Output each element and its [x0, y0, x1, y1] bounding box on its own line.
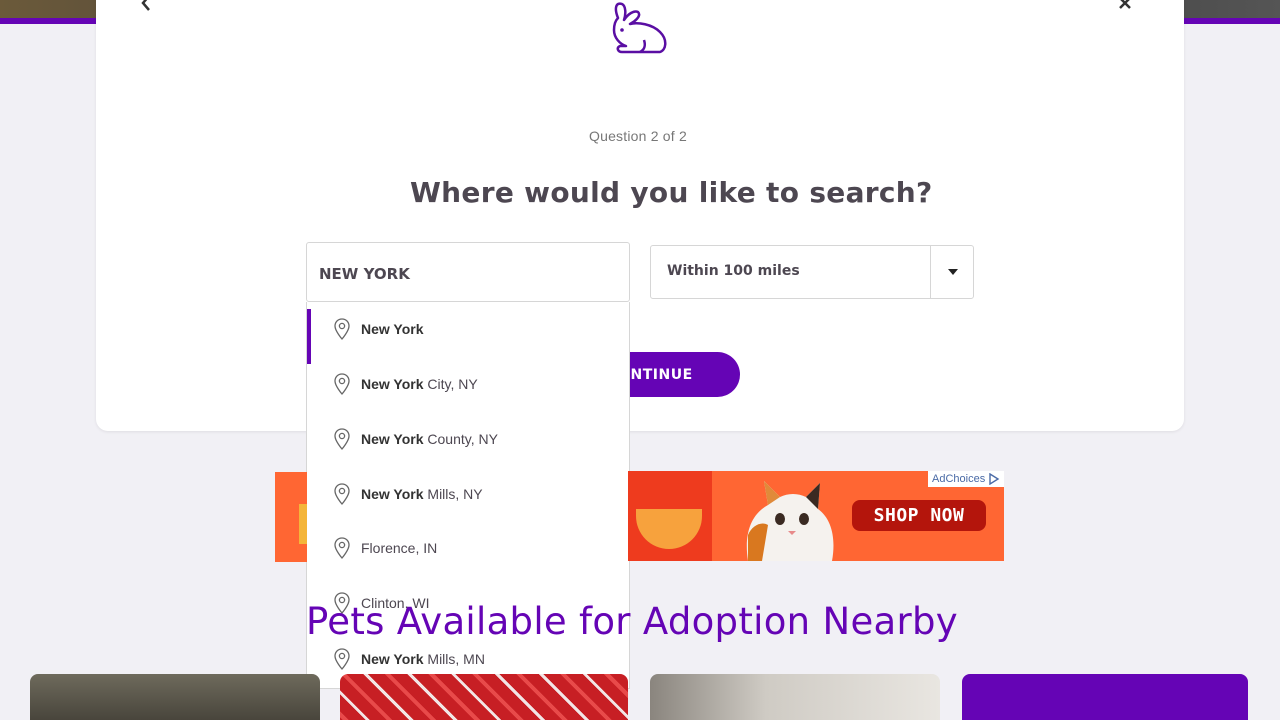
suggestion-label: New York	[361, 321, 424, 337]
suggestion-label: New York City, NY	[361, 376, 478, 392]
map-pin-icon	[334, 537, 350, 559]
ad-left-fragment[interactable]	[275, 472, 307, 562]
map-pin-icon	[334, 373, 350, 395]
caret-down-icon	[947, 269, 958, 275]
suggestion-item[interactable]: New York County, NY	[307, 419, 629, 459]
map-pin-icon	[334, 428, 350, 450]
suggestion-item[interactable]: Florence, IN	[307, 528, 629, 568]
map-pin-icon	[334, 483, 350, 505]
pet-card[interactable]	[962, 674, 1248, 720]
map-pin-icon	[334, 318, 350, 340]
chevron-left-icon	[141, 0, 150, 11]
close-button[interactable]	[1118, 0, 1140, 14]
suggestion-label: New York Mills, NY	[361, 486, 483, 502]
adchoices-link[interactable]: AdChoices	[928, 471, 1004, 487]
location-input[interactable]	[319, 265, 609, 283]
question-counter: Question 2 of 2	[589, 128, 687, 144]
distance-select[interactable]: Within 100 miles	[650, 245, 974, 299]
pet-card[interactable]	[650, 674, 940, 720]
map-pin-icon	[334, 648, 350, 670]
ad-product-image	[299, 504, 307, 544]
suggestion-label: Florence, IN	[361, 540, 438, 556]
ad-bowl-image	[628, 471, 712, 561]
suggestion-item[interactable]: New York City, NY	[307, 364, 629, 404]
rabbit-icon	[604, 0, 674, 60]
pet-card[interactable]	[30, 674, 320, 720]
back-button[interactable]	[140, 0, 162, 14]
close-icon	[1119, 0, 1131, 9]
adchoices-label: AdChoices	[932, 473, 986, 485]
location-field[interactable]	[306, 242, 630, 302]
suggestion-item[interactable]: New York	[307, 309, 629, 364]
adchoices-icon	[989, 473, 1000, 485]
shop-now-button[interactable]: SHOP NOW	[852, 500, 986, 531]
section-heading: Pets Available for Adoption Nearby	[306, 600, 958, 643]
distance-dropdown-toggle[interactable]	[930, 246, 974, 298]
pet-card[interactable]	[340, 674, 628, 720]
distance-value: Within 100 miles	[667, 263, 800, 279]
ad-cat-image	[746, 481, 834, 561]
suggestion-label: New York Mills, MN	[361, 651, 485, 667]
suggestion-label: New York County, NY	[361, 431, 498, 447]
ad-banner[interactable]: SHOP NOW AdChoices	[628, 471, 1004, 561]
suggestion-item[interactable]: New York Mills, MN	[307, 639, 629, 679]
suggestion-item[interactable]: New York Mills, NY	[307, 474, 629, 514]
page-title: Where would you like to search?	[410, 176, 933, 209]
